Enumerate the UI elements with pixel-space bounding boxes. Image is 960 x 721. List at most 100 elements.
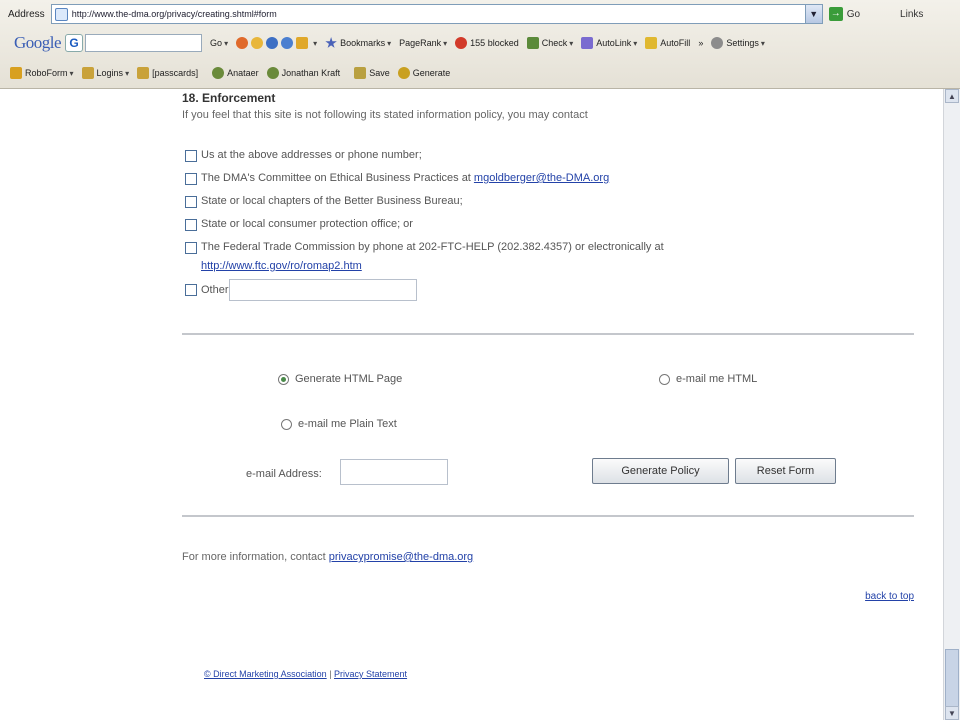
save-icon	[354, 67, 367, 79]
google-search-input[interactable]	[85, 34, 203, 52]
contact-option-bbb: State or local chapters of the Better Bu…	[185, 195, 463, 208]
news-icon[interactable]	[236, 37, 249, 49]
divider	[182, 515, 914, 517]
notebook-icon[interactable]	[296, 37, 309, 49]
dma-email-link[interactable]: mgoldberger@the-DMA.org	[474, 172, 609, 184]
email-input[interactable]	[340, 459, 448, 485]
wand-icon	[581, 37, 594, 49]
autofill-icon	[645, 37, 658, 49]
identity-jonathan-button[interactable]: Jonathan Kraft	[266, 67, 340, 79]
page-viewport: 18. Enforcement If you feel that this si…	[0, 89, 944, 720]
page-icon	[54, 7, 68, 21]
toolbar-go-button[interactable]: Go ▾	[210, 38, 228, 48]
checkbox[interactable]	[185, 150, 197, 162]
generate-icon	[397, 67, 410, 79]
toolbar-quick-icons[interactable]: ▾	[236, 37, 317, 49]
popup-blocker-button[interactable]: 155 blocked	[455, 37, 519, 49]
scroll-down-icon[interactable]: ▼	[945, 706, 959, 720]
google-toolbar: Google G Go ▾ ▾ Bookmarks ▾ PageRank ▾ 155 …	[0, 30, 960, 56]
checkbox[interactable]	[185, 242, 197, 254]
address-dropdown-icon[interactable]: ▼	[804, 5, 822, 23]
checkbox[interactable]	[185, 173, 197, 185]
settings-button[interactable]: Settings ▾	[711, 37, 765, 49]
globe-icon[interactable]	[266, 37, 279, 49]
links-label[interactable]: Links	[900, 9, 923, 20]
contact-option-us: Us at the above addresses or phone numbe…	[185, 149, 422, 162]
option-label: State or local consumer protection offic…	[201, 218, 413, 230]
address-url[interactable]: http://www.the-dma.org/privacy/creating.…	[72, 9, 277, 19]
checkbox[interactable]	[185, 284, 197, 296]
identity-icon	[266, 67, 279, 79]
option-label: The Federal Trade Commission by phone at…	[201, 241, 664, 272]
google-g-icon[interactable]: G	[65, 34, 84, 52]
option-label: State or local chapters of the Better Bu…	[201, 195, 463, 207]
gear-icon	[711, 37, 724, 49]
pagerank-indicator[interactable]: PageRank ▾	[399, 38, 447, 48]
scroll-thumb[interactable]	[945, 649, 959, 709]
radio-button[interactable]	[659, 373, 670, 385]
vertical-scrollbar[interactable]: ▲ ▼	[943, 89, 960, 720]
identity-anataer-button[interactable]: Anataer	[212, 67, 259, 79]
identity-icon	[212, 67, 225, 79]
autofill-button[interactable]: AutoFill	[645, 37, 690, 49]
privacy-email-link[interactable]: privacypromise@the-dma.org	[329, 551, 473, 563]
check-icon	[526, 37, 539, 49]
radio-email-html[interactable]: e-mail me HTML	[659, 373, 757, 385]
divider	[182, 333, 914, 335]
bookmarks-button[interactable]: Bookmarks ▾	[325, 37, 391, 49]
section-intro: If you feel that this site is not follow…	[182, 109, 588, 121]
passcards-button[interactable]: [passcards]	[137, 67, 198, 79]
back-to-top-link[interactable]: back to top	[865, 591, 914, 602]
footer: © Direct Marketing Association | Privacy…	[204, 669, 407, 679]
go-arrow-icon[interactable]: →	[828, 7, 843, 21]
generate-policy-button[interactable]: Generate Policy	[592, 458, 729, 484]
checkbox[interactable]	[185, 196, 197, 208]
shopping-icon[interactable]	[251, 37, 264, 49]
roboform-button[interactable]: RoboForm ▾	[10, 67, 74, 79]
privacy-statement-link[interactable]: Privacy Statement	[334, 669, 407, 679]
checkbox[interactable]	[185, 219, 197, 231]
radio-email-plain[interactable]: e-mail me Plain Text	[281, 418, 397, 430]
other-label: Other	[201, 284, 229, 296]
radio-label: e-mail me HTML	[676, 373, 758, 385]
blocked-icon	[455, 37, 468, 49]
radio-label: Generate HTML Page	[295, 373, 403, 385]
scroll-up-icon[interactable]: ▲	[945, 89, 959, 103]
contact-option-ftc: The Federal Trade Commission by phone at…	[185, 241, 771, 276]
radio-button[interactable]	[281, 418, 292, 430]
ftc-link[interactable]: http://www.ftc.gov/ro/romap2.htm	[201, 260, 362, 272]
radio-label: e-mail me Plain Text	[298, 418, 397, 430]
email-label: e-mail Address:	[246, 468, 322, 480]
earth-icon[interactable]	[281, 37, 294, 49]
passcards-icon	[137, 67, 150, 79]
contact-option-dma: The DMA's Committee on Ethical Business …	[185, 172, 609, 185]
radio-generate-html[interactable]: Generate HTML Page	[278, 373, 402, 385]
other-input[interactable]	[228, 279, 417, 301]
logins-icon	[81, 67, 94, 79]
browser-chrome: Address http://www.the-dma.org/privacy/c…	[0, 0, 960, 89]
contact-option-other: Other	[185, 279, 417, 301]
dma-home-link[interactable]: © Direct Marketing Association	[204, 669, 327, 679]
roboform-toolbar: RoboForm ▾ Logins ▾ [passcards] Anataer Jo…	[0, 60, 960, 86]
contact-option-consumer: State or local consumer protection offic…	[185, 218, 413, 231]
star-icon	[325, 37, 337, 48]
reset-form-button[interactable]: Reset Form	[735, 458, 836, 484]
address-input[interactable]: http://www.the-dma.org/privacy/creating.…	[50, 4, 823, 24]
more-info-text: For more information, contact privacypro…	[182, 551, 474, 563]
section-heading: 18. Enforcement	[182, 91, 276, 105]
radio-button[interactable]	[278, 373, 289, 385]
logins-button[interactable]: Logins ▾	[81, 67, 129, 79]
go-button[interactable]: Go	[847, 9, 860, 20]
address-label: Address	[8, 8, 45, 20]
option-label: Us at the above addresses or phone numbe…	[201, 149, 422, 161]
roboform-icon	[10, 67, 22, 79]
autolink-button[interactable]: AutoLink ▾	[581, 37, 637, 49]
save-button[interactable]: Save	[354, 67, 390, 79]
footer-separator: |	[326, 669, 335, 679]
spellcheck-button[interactable]: Check ▾	[526, 37, 573, 49]
address-bar: Address http://www.the-dma.org/privacy/c…	[0, 2, 960, 26]
more-chevron[interactable]: »	[698, 38, 703, 48]
option-label: The DMA's Committee on Ethical Business …	[201, 172, 610, 184]
google-logo[interactable]: Google	[14, 33, 62, 53]
generate-button[interactable]: Generate	[397, 67, 450, 79]
